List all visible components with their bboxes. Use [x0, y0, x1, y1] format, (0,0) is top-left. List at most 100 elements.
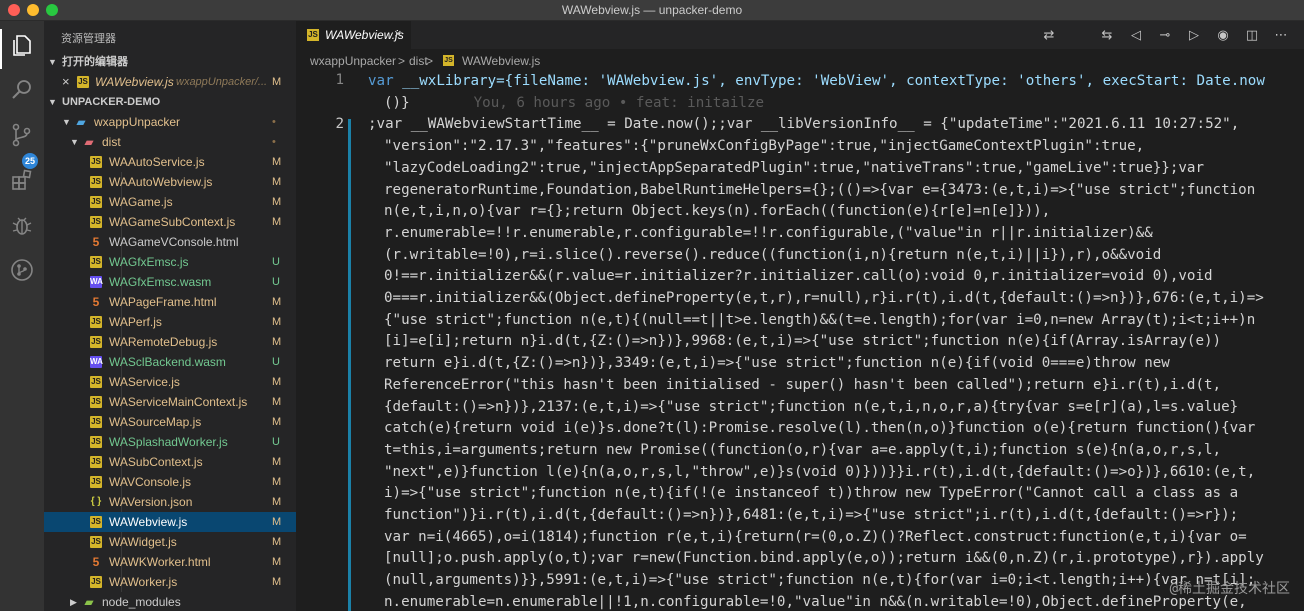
git-lens-icon[interactable]: ◉	[1214, 26, 1232, 44]
js-icon: JS	[90, 336, 102, 348]
folder-item[interactable]: ▶ ▰ node_modules	[44, 592, 296, 611]
next-change-icon[interactable]: ▷	[1185, 26, 1203, 44]
git-status: U	[272, 356, 280, 368]
folder-item[interactable]: ▼ ▰ wxappUnpacker •	[44, 112, 296, 132]
open-changes-icon[interactable]: ⇆	[1098, 26, 1116, 44]
code-line: ()} You, 6 hours ago • feat: initailze	[384, 93, 764, 115]
breadcrumb-folder[interactable]: wxappUnpacker	[310, 54, 396, 68]
file-item[interactable]: 5 WAGameVConsole.html	[44, 232, 296, 252]
file-item[interactable]: JS WAWidget.js M	[44, 532, 296, 552]
code-line: regeneratorRuntime,Foundation,BabelRunti…	[384, 181, 1256, 198]
file-name: WAPerf.js	[109, 315, 162, 329]
git-status: U	[272, 276, 280, 288]
file-item[interactable]: JS WASplashadWorker.js U	[44, 432, 296, 452]
git-compare-icon[interactable]: ⇄	[1040, 26, 1058, 44]
git-status: M	[272, 156, 282, 168]
source-control-icon[interactable]	[8, 121, 36, 149]
file-item[interactable]: JS WAGameSubContext.js M	[44, 212, 296, 232]
code-editor[interactable]: 1 2 var __wxLibrary={fileName: 'WAWebvie…	[296, 71, 1304, 611]
folder-green-icon: ▰	[84, 595, 94, 609]
file-item[interactable]: JS WASourceMap.js M	[44, 412, 296, 432]
active-indicator	[0, 29, 2, 69]
previous-change-icon[interactable]: ◁	[1127, 26, 1145, 44]
code-line: 0!==r.initializer&&(r.value=r.initialize…	[384, 268, 1213, 285]
code-text: ()}	[384, 94, 410, 111]
git-status: •	[272, 136, 276, 148]
code-line: "lazyCodeLoading2":true,"injectAppSepara…	[384, 159, 1204, 176]
file-name: WASourceMap.js	[109, 415, 202, 429]
folder-item[interactable]: ▼ ▰ dist •	[44, 132, 296, 152]
code-line: [i]=e[i];return n}i.d(t,{Z:()=>n})},9968…	[384, 333, 1222, 350]
file-item[interactable]: JS WARemoteDebug.js M	[44, 332, 296, 352]
file-name: WAGfxEmsc.js	[109, 255, 189, 269]
more-actions-icon[interactable]: ⋯	[1272, 26, 1290, 44]
git-graph-icon[interactable]	[8, 256, 36, 284]
debug-icon[interactable]	[8, 211, 36, 239]
code-line: i)=>{"use strict";function n(e,t){if(!(e…	[384, 485, 1239, 502]
folder-icon: ▰	[76, 115, 86, 129]
file-name: WAAutoWebview.js	[109, 175, 213, 189]
breadcrumb-separator: >	[426, 54, 434, 68]
file-item[interactable]: JS WAGame.js M	[44, 192, 296, 212]
git-status: M	[272, 456, 282, 468]
js-icon: JS	[90, 156, 102, 168]
file-item[interactable]: { } WAVersion.json M	[44, 492, 296, 512]
file-name: WASplashadWorker.js	[109, 435, 228, 449]
code-line: (r.writable=!0),r=i.slice().reverse().re…	[384, 246, 1162, 263]
file-name: WAPageFrame.html	[109, 295, 217, 309]
js-icon: JS	[90, 196, 102, 208]
file-item[interactable]: JS WAVConsole.js M	[44, 472, 296, 492]
file-name: WASubContext.js	[109, 455, 203, 469]
file-name: WAService.js	[109, 375, 180, 389]
js-icon: JS	[90, 176, 102, 188]
code-line: return e}i.d(t,{Z:()=>n})},3349:(e,t,i)=…	[384, 355, 1170, 372]
tab-wawebview[interactable]: JS WAWebview.js ×	[296, 21, 411, 49]
split-editor-icon[interactable]: ◫	[1243, 26, 1261, 44]
code-line: var __wxLibrary={fileName: 'WAWebview.js…	[368, 71, 1265, 93]
breadcrumb-file[interactable]: WAWebview.js	[462, 54, 540, 68]
git-status: M	[272, 496, 282, 508]
js-file-icon: JS	[443, 55, 454, 66]
close-icon[interactable]: ×	[394, 26, 402, 41]
file-name: WAServiceMainContext.js	[109, 395, 248, 409]
breadcrumb-dist[interactable]: dist	[409, 54, 428, 68]
git-status: M	[272, 176, 282, 188]
file-name: wxappUnpacker	[94, 115, 181, 129]
code-line: 0===r.initializer&&(Object.definePropert…	[384, 290, 1264, 306]
file-name: WAWorker.js	[109, 575, 178, 589]
file-item[interactable]: JS WAPerf.js M	[44, 312, 296, 332]
file-item[interactable]: 5 WAPageFrame.html M	[44, 292, 296, 312]
file-item[interactable]: JS WAAutoWebview.js M	[44, 172, 296, 192]
breadcrumb-separator: >	[398, 54, 406, 68]
file-item[interactable]: JS WAServiceMainContext.js M	[44, 392, 296, 412]
file-name: WAWidget.js	[109, 535, 177, 549]
file-item[interactable]: WA WAGfxEmsc.wasm U	[44, 272, 296, 292]
wasm-icon: WA	[90, 356, 103, 368]
js-icon: JS	[90, 436, 102, 448]
open-editor-item[interactable]: × JS WAWebview.js wxappUnpacker/... M	[44, 72, 296, 92]
chevron-down-icon: ▼	[48, 57, 57, 67]
file-item[interactable]: WA WASclBackend.wasm U	[44, 352, 296, 372]
code-line: catch(e){return void i(e)}s.done?t(l):Pr…	[384, 420, 1256, 437]
file-item[interactable]: JS WAAutoService.js M	[44, 152, 296, 172]
close-icon[interactable]: ×	[62, 72, 70, 92]
file-item[interactable]: JS WAWebview.js M	[44, 512, 296, 532]
git-status: M	[272, 556, 282, 568]
extensions-icon[interactable]	[8, 166, 36, 194]
js-icon: JS	[90, 516, 102, 528]
project-header[interactable]: ▼ UNPACKER-DEMO	[44, 92, 296, 112]
js-icon: JS	[90, 376, 102, 388]
file-item[interactable]: JS WAWorker.js M	[44, 572, 296, 592]
line-number: 1	[335, 72, 344, 88]
open-editors-header[interactable]: ▼ 打开的编辑器	[44, 52, 296, 72]
commit-icon[interactable]: ⊸	[1156, 26, 1174, 44]
git-blame-annotation: You, 6 hours ago • feat: initailze	[473, 94, 765, 111]
search-icon[interactable]	[8, 76, 36, 104]
chevron-down-icon: ▼	[48, 97, 57, 107]
file-item[interactable]: JS WASubContext.js M	[44, 452, 296, 472]
file-item[interactable]: JS WAGfxEmsc.js U	[44, 252, 296, 272]
file-item[interactable]: JS WAService.js M	[44, 372, 296, 392]
explorer-icon[interactable]	[8, 31, 36, 59]
file-name: WAGame.js	[109, 195, 173, 209]
file-item[interactable]: 5 WAWKWorker.html M	[44, 552, 296, 572]
